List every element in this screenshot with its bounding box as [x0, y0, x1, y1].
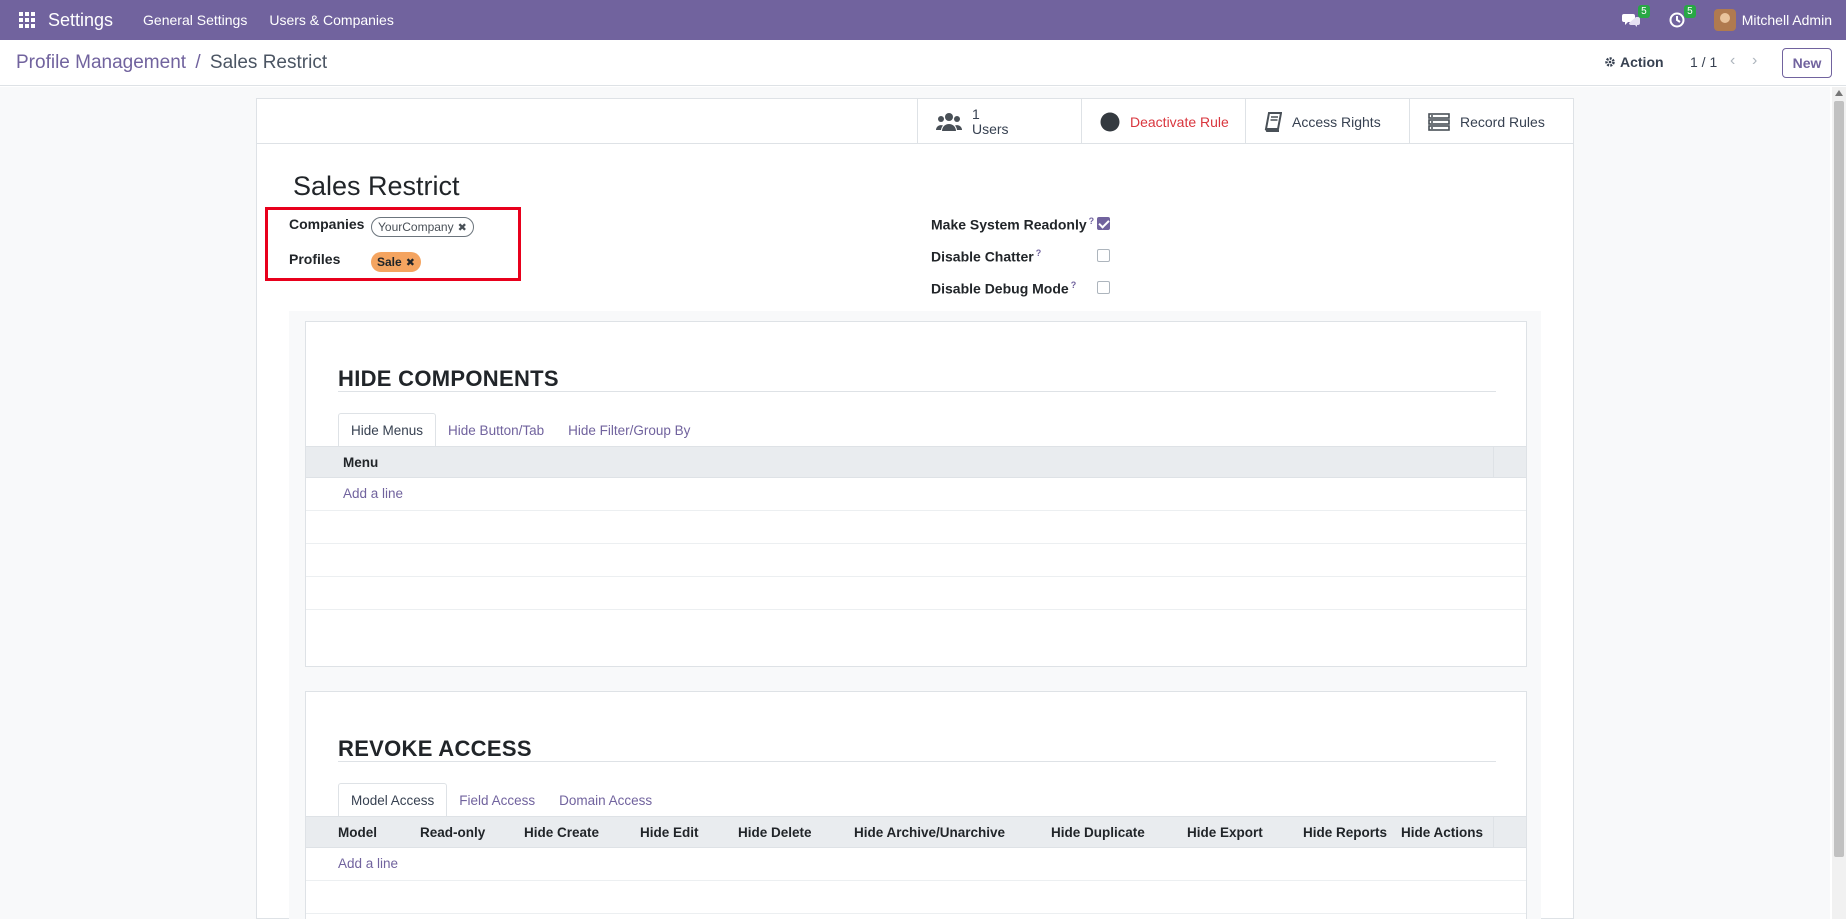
tab-hide-filter-group-by[interactable]: Hide Filter/Group By [556, 413, 702, 447]
scrollbar-thumb[interactable] [1834, 101, 1844, 857]
users-label: Users [972, 120, 1009, 137]
tab-hide-button-tab[interactable]: Hide Button/Tab [436, 413, 556, 447]
access-rights-label: Access Rights [1292, 113, 1381, 130]
hide-menus-table-header: Menu [306, 446, 1526, 478]
revoke-access-title: REVOKE ACCESS [338, 736, 532, 761]
column-hide-archive[interactable]: Hide Archive/Unarchive [854, 825, 1005, 840]
column-divider [1493, 447, 1494, 477]
help-icon[interactable]: ? [1036, 248, 1042, 258]
column-hide-delete[interactable]: Hide Delete [738, 825, 812, 840]
messages-badge: 5 [1638, 5, 1650, 18]
control-panel: Profile Management / Sales Restrict Acti… [0, 40, 1846, 86]
section-divider [338, 761, 1496, 762]
column-hide-edit[interactable]: Hide Edit [640, 825, 699, 840]
table-row [306, 609, 1526, 610]
apps-menu-icon[interactable] [14, 7, 40, 33]
tab-domain-access[interactable]: Domain Access [547, 783, 664, 817]
make-readonly-checkbox[interactable] [1097, 217, 1110, 230]
revoke-access-tabs: Model Access Field Access Domain Access [338, 783, 664, 817]
form-sheet: 1 Users Deactivate Rule Access Rights Re… [256, 98, 1574, 919]
add-line-link[interactable]: Add a line [338, 856, 398, 871]
record-rules-label: Record Rules [1460, 113, 1545, 130]
book-icon [1264, 111, 1282, 132]
highlight-annotation [265, 207, 521, 281]
inner-sections: HIDE COMPONENTS Hide Menus Hide Button/T… [289, 311, 1541, 919]
scroll-up-icon[interactable] [1835, 90, 1843, 96]
column-read-only[interactable]: Read-only [420, 825, 485, 840]
disable-debug-checkbox[interactable] [1097, 281, 1110, 294]
column-hide-export[interactable]: Hide Export [1187, 825, 1263, 840]
breadcrumb-separator: / [195, 52, 201, 73]
breadcrumb-parent[interactable]: Profile Management [16, 52, 186, 73]
record-rules-button[interactable]: Record Rules [1409, 99, 1573, 144]
pager-next-icon[interactable]: › [1752, 52, 1757, 70]
user-menu[interactable]: Mitchell Admin [1713, 9, 1832, 31]
make-readonly-label: Make System Readonly? [931, 216, 1095, 233]
users-icon [936, 112, 962, 131]
column-hide-create[interactable]: Hide Create [524, 825, 599, 840]
deactivate-rule-label: Deactivate Rule [1130, 113, 1229, 130]
users-count: 1 [972, 105, 980, 122]
hide-components-title: HIDE COMPONENTS [338, 366, 559, 391]
activities-clock-icon[interactable]: 5 [1666, 5, 1696, 31]
access-rights-button[interactable]: Access Rights [1245, 99, 1409, 144]
column-divider [1493, 817, 1494, 847]
disable-debug-label: Disable Debug Mode? [931, 280, 1077, 297]
column-model[interactable]: Model [338, 825, 377, 840]
hide-components-section: HIDE COMPONENTS Hide Menus Hide Button/T… [305, 321, 1527, 667]
tab-field-access[interactable]: Field Access [447, 783, 547, 817]
menu-general-settings[interactable]: General Settings [143, 12, 247, 28]
disable-chatter-label: Disable Chatter? [931, 248, 1042, 265]
breadcrumb: Profile Management / Sales Restrict [16, 52, 327, 74]
users-stat-button[interactable]: 1 Users [917, 99, 1081, 144]
user-name: Mitchell Admin [1741, 12, 1832, 28]
action-button[interactable]: Action [1604, 54, 1664, 70]
table-row [306, 510, 1526, 511]
smart-button-box: 1 Users Deactivate Rule Access Rights Re… [257, 99, 1573, 144]
column-hide-reports[interactable]: Hide Reports [1303, 825, 1387, 840]
action-label: Action [1620, 54, 1664, 70]
help-icon[interactable]: ? [1089, 216, 1095, 226]
gear-icon [1605, 57, 1615, 67]
column-menu[interactable]: Menu [343, 455, 378, 470]
deactivate-rule-button[interactable]: Deactivate Rule [1081, 99, 1245, 144]
revoke-access-section: REVOKE ACCESS Model Access Field Access … [305, 691, 1527, 919]
column-hide-duplicate[interactable]: Hide Duplicate [1051, 825, 1145, 840]
column-hide-actions[interactable]: Hide Actions [1401, 825, 1483, 840]
activities-badge: 5 [1684, 5, 1696, 18]
pager-previous-icon[interactable]: ‹ [1730, 52, 1735, 70]
new-button[interactable]: New [1782, 48, 1832, 78]
breadcrumb-current: Sales Restrict [209, 52, 328, 73]
add-line-link[interactable]: Add a line [343, 486, 403, 501]
section-divider [338, 391, 1496, 392]
server-icon [1428, 112, 1450, 131]
table-row [306, 576, 1526, 577]
top-navbar: Settings General Settings Users & Compan… [0, 0, 1846, 40]
help-icon[interactable]: ? [1071, 280, 1077, 290]
record-title[interactable]: Sales Restrict [293, 171, 460, 202]
table-row [306, 913, 1526, 914]
circle-icon [1100, 112, 1120, 131]
model-access-table-header: Model Read-only Hide Create Hide Edit Hi… [306, 816, 1526, 848]
app-title[interactable]: Settings [48, 10, 113, 31]
tab-hide-menus[interactable]: Hide Menus [338, 413, 437, 447]
disable-chatter-checkbox[interactable] [1097, 249, 1110, 262]
table-row [306, 543, 1526, 544]
avatar [1713, 9, 1736, 31]
tab-model-access[interactable]: Model Access [338, 783, 448, 817]
messages-icon[interactable]: 5 [1620, 5, 1650, 31]
pager-value[interactable]: 1 / 1 [1690, 54, 1717, 70]
table-row [306, 880, 1526, 881]
hide-components-tabs: Hide Menus Hide Button/Tab Hide Filter/G… [338, 413, 702, 447]
scrollbar[interactable] [1832, 87, 1846, 919]
menu-users-companies[interactable]: Users & Companies [269, 12, 394, 28]
